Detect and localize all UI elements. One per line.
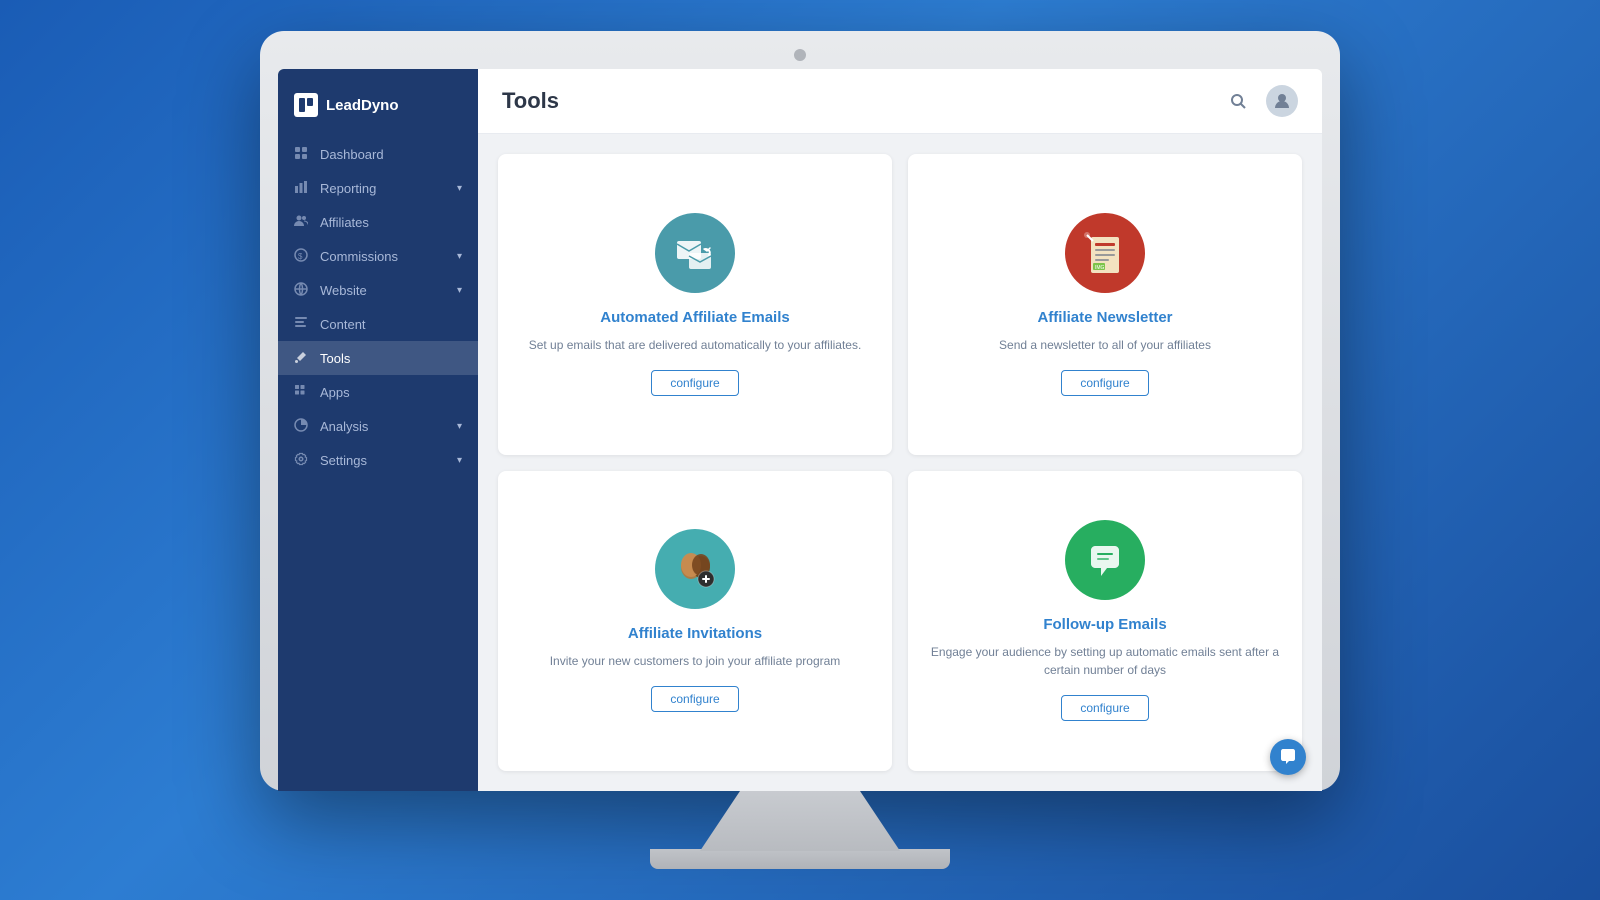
sidebar-label-commissions: Commissions xyxy=(320,249,447,264)
sidebar: LeadDyno Dashboard xyxy=(278,69,478,791)
sidebar-item-analysis[interactable]: Analysis ▾ xyxy=(278,409,478,443)
logo-icon xyxy=(294,93,318,117)
followup-desc: Engage your audience by setting up autom… xyxy=(928,643,1282,679)
newsletter-title: Affiliate Newsletter xyxy=(1037,309,1172,326)
svg-text:$: $ xyxy=(298,252,303,261)
settings-arrow: ▾ xyxy=(457,455,462,466)
automated-emails-icon xyxy=(655,213,735,293)
analysis-arrow: ▾ xyxy=(457,421,462,432)
sidebar-label-dashboard: Dashboard xyxy=(320,147,462,162)
sidebar-label-settings: Settings xyxy=(320,453,447,468)
sidebar-label-analysis: Analysis xyxy=(320,419,447,434)
search-button[interactable] xyxy=(1222,85,1254,117)
monitor-stand xyxy=(650,791,950,869)
followup-icon xyxy=(1065,520,1145,600)
dashboard-icon xyxy=(294,146,310,162)
top-bar-actions xyxy=(1222,85,1298,117)
sidebar-item-content[interactable]: Content xyxy=(278,307,478,341)
main-content-area: Tools xyxy=(478,69,1322,791)
tool-card-followup: Follow-up Emails Engage your audience by… xyxy=(908,471,1302,772)
settings-icon xyxy=(294,452,310,468)
sidebar-label-website: Website xyxy=(320,283,447,298)
website-icon xyxy=(294,282,310,298)
commissions-arrow: ▾ xyxy=(457,251,462,262)
newsletter-configure-button[interactable]: configure xyxy=(1061,370,1148,396)
tool-card-newsletter: IMG Affiliate Newsletter Send a newslett… xyxy=(908,154,1302,455)
content-icon xyxy=(294,316,310,332)
sidebar-label-reporting: Reporting xyxy=(320,181,447,196)
automated-emails-desc: Set up emails that are delivered automat… xyxy=(529,336,862,354)
automated-emails-configure-button[interactable]: configure xyxy=(651,370,738,396)
analysis-icon xyxy=(294,418,310,434)
svg-text:IMG: IMG xyxy=(1095,265,1105,271)
invitations-configure-button[interactable]: configure xyxy=(651,686,738,712)
followup-configure-button[interactable]: configure xyxy=(1061,695,1148,721)
sidebar-label-apps: Apps xyxy=(320,385,462,400)
sidebar-item-website[interactable]: Website ▾ xyxy=(278,273,478,307)
newsletter-icon: IMG xyxy=(1065,213,1145,293)
top-bar: Tools xyxy=(478,69,1322,134)
sidebar-label-tools: Tools xyxy=(320,351,462,366)
page-title: Tools xyxy=(502,88,559,114)
commissions-icon: $ xyxy=(294,248,310,264)
sidebar-label-content: Content xyxy=(320,317,462,332)
monitor-camera xyxy=(794,49,806,61)
automated-emails-title: Automated Affiliate Emails xyxy=(600,309,789,326)
logo-area: LeadDyno xyxy=(278,85,478,137)
reporting-arrow: ▾ xyxy=(457,183,462,194)
affiliates-icon xyxy=(294,214,310,230)
sidebar-item-apps[interactable]: Apps xyxy=(278,375,478,409)
reporting-icon xyxy=(294,180,310,196)
invitations-desc: Invite your new customers to join your a… xyxy=(550,652,841,670)
invitations-icon xyxy=(655,529,735,609)
sidebar-item-dashboard[interactable]: Dashboard xyxy=(278,137,478,171)
tools-grid: Automated Affiliate Emails Set up emails… xyxy=(478,134,1322,791)
logo-text: LeadDyno xyxy=(326,97,399,114)
chat-fab-button[interactable] xyxy=(1270,739,1306,775)
apps-icon xyxy=(294,384,310,400)
tool-card-automated-emails: Automated Affiliate Emails Set up emails… xyxy=(498,154,892,455)
sidebar-item-tools[interactable]: Tools xyxy=(278,341,478,375)
followup-title: Follow-up Emails xyxy=(1043,616,1166,633)
invitations-title: Affiliate Invitations xyxy=(628,625,762,642)
sidebar-item-settings[interactable]: Settings ▾ xyxy=(278,443,478,477)
website-arrow: ▾ xyxy=(457,285,462,296)
sidebar-item-reporting[interactable]: Reporting ▾ xyxy=(278,171,478,205)
sidebar-item-commissions[interactable]: $ Commissions ▾ xyxy=(278,239,478,273)
sidebar-item-affiliates[interactable]: Affiliates xyxy=(278,205,478,239)
sidebar-label-affiliates: Affiliates xyxy=(320,215,462,230)
newsletter-desc: Send a newsletter to all of your affilia… xyxy=(999,336,1211,354)
user-avatar-button[interactable] xyxy=(1266,85,1298,117)
tool-card-invitations: Affiliate Invitations Invite your new cu… xyxy=(498,471,892,772)
tools-icon xyxy=(294,350,310,366)
